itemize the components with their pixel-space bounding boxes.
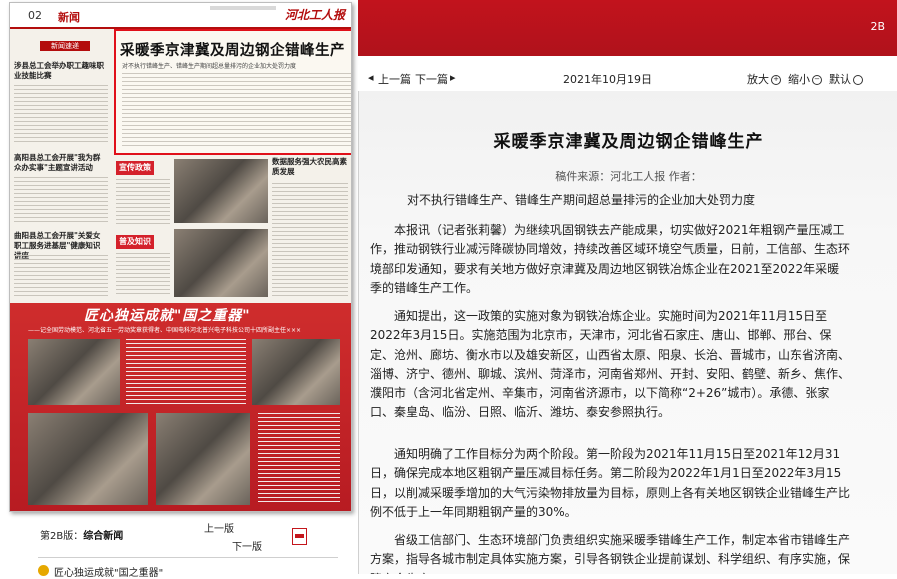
article-list-item[interactable]: 匠心独运成就"国之重器" bbox=[38, 557, 338, 579]
zoom-default-label: 默认 bbox=[829, 73, 851, 86]
article-list-item-title: 匠心独运成就"国之重器" bbox=[54, 568, 164, 579]
prev-article-arrow-icon: ◂ bbox=[368, 71, 374, 84]
paragraph-text-4: 省级工信部门、生态环境部门负责组织实施采暖季错峰生产工作，制定本省市错峰生产方案… bbox=[370, 533, 851, 574]
right-column-text bbox=[272, 183, 348, 299]
knowledge-label: 普及知识 bbox=[116, 235, 154, 249]
right-column-title[interactable]: 数据服务强大农民高素质发展 bbox=[272, 157, 348, 177]
article-lead: 对不执行错峰生产、错峰生产期间超总量排污的企业加大处罚力度 bbox=[407, 193, 756, 207]
zoom-in-button[interactable]: 放大 + bbox=[747, 71, 781, 87]
article-content: 采暖季京津冀及周边钢企错峰生产 稿件来源：河北工人报 作者： 对不执行错峰生产、… bbox=[358, 91, 897, 574]
newsflash-label: 新闻速递 bbox=[40, 41, 90, 51]
feature-text-1 bbox=[126, 339, 246, 405]
paragraph-text-1: 本报讯（记者张莉馨）为继续巩固钢铁去产能成果，切实做好2021年粗钢产量压减工作… bbox=[370, 223, 851, 295]
feature-photo-4[interactable] bbox=[156, 413, 250, 505]
highlighted-article-title: 采暖季京津冀及周边钢企错峰生产 bbox=[120, 42, 345, 59]
next-page-link[interactable]: 下一版 bbox=[232, 538, 262, 553]
knowledge-text bbox=[116, 253, 170, 297]
zoom-default-icon bbox=[853, 75, 863, 85]
feature-banner-subtitle: ——记全国劳动模范、河北省五一劳动奖章获得者、中国电科河北普兴电子科技公司十四所… bbox=[28, 327, 302, 334]
zoom-out-label: 缩小 bbox=[788, 73, 810, 86]
left-text-block-3 bbox=[14, 255, 108, 299]
pdf-download-icon[interactable] bbox=[292, 528, 307, 545]
feature-banner-title: 匠心独运成就"国之重器" bbox=[84, 308, 251, 324]
left-headline-1[interactable]: 涉县总工会举办职工趣味职业技能比赛 bbox=[14, 61, 104, 81]
page-info: 第2B版：综合新闻 bbox=[40, 527, 123, 542]
feature-photo-2[interactable] bbox=[252, 339, 340, 405]
zoom-in-label: 放大 bbox=[747, 73, 769, 86]
list-bullet-icon bbox=[38, 565, 49, 576]
feature-text-2 bbox=[258, 413, 340, 505]
highlighted-article-text bbox=[122, 73, 351, 147]
article-nav-bar: ◂ 上一篇 下一篇 ▸ 2021年10月19日 放大 + 缩小 − 默认 bbox=[358, 65, 897, 91]
next-article-link[interactable]: 下一篇 bbox=[415, 71, 448, 87]
highlighted-article-box[interactable]: 采暖季京津冀及周边钢企错峰生产 对不执行错峰生产、错峰生产期间超总量排污的企业加… bbox=[114, 29, 351, 155]
prev-article-link[interactable]: 上一篇 bbox=[378, 71, 411, 87]
page-name: 综合新闻 bbox=[83, 531, 124, 542]
paragraph-text-2: 通知提出，这一政策的实施对象为钢铁冶炼企业。实施时间为2021年11月15日至2… bbox=[370, 309, 851, 420]
zoom-out-icon: − bbox=[812, 75, 822, 85]
page-code: 2B bbox=[870, 20, 885, 33]
zoom-default-button[interactable]: 默认 bbox=[829, 71, 863, 87]
article-paragraph-4: 省级工信部门、生态环境部门负责组织实施采暖季错峰生产工作，制定本省市错峰生产方案… bbox=[370, 531, 850, 574]
page-label: 第2B版： bbox=[40, 531, 84, 542]
highlighted-article-subtitle: 对不执行错峰生产、错峰生产期间超总量排污的企业加大处罚力度 bbox=[122, 63, 297, 70]
feature-photo-1[interactable] bbox=[28, 339, 120, 405]
publicity-text bbox=[116, 179, 170, 227]
paragraph-text-3: 通知明确了工作目标分为两个阶段。第一阶段为2021年11月15日至2021年12… bbox=[370, 447, 851, 519]
epaper-page-thumbnail[interactable]: 02 新闻 河北工人报 新闻速递 涉县总工会举办职工趣味职业技能比赛 高阳县总工… bbox=[9, 2, 352, 512]
issue-date: 2021年10月19日 bbox=[563, 73, 652, 86]
epaper-date-strip bbox=[210, 6, 276, 10]
article-paragraph-3: 通知明确了工作目标分为两个阶段。第一阶段为2021年11月15日至2021年12… bbox=[370, 445, 850, 522]
publicity-label: 宣传政策 bbox=[116, 161, 154, 175]
epaper-header: 02 新闻 河北工人报 bbox=[10, 3, 351, 29]
zoom-out-button[interactable]: 缩小 − bbox=[788, 71, 822, 87]
feature-photo-grid bbox=[28, 339, 340, 507]
publicity-photo[interactable] bbox=[174, 159, 268, 223]
epaper-masthead: 河北工人报 bbox=[284, 8, 345, 22]
epaper-section: 新闻 bbox=[58, 11, 80, 24]
left-headline-2[interactable]: 高阳县总工会开展"我为群众办实事"主题宣讲活动 bbox=[14, 153, 104, 173]
left-text-block-2 bbox=[14, 177, 108, 225]
epaper-panel: 02 新闻 河北工人报 新闻速递 涉县总工会举办职工趣味职业技能比赛 高阳县总工… bbox=[0, 0, 358, 579]
article-source: 稿件来源：河北工人报 作者： bbox=[555, 170, 702, 183]
prev-page-link[interactable]: 上一版 bbox=[204, 520, 234, 535]
knowledge-photo[interactable] bbox=[174, 229, 268, 297]
next-article-arrow-icon: ▸ bbox=[450, 71, 456, 84]
article-paragraph-1: 本报讯（记者张莉馨）为继续巩固钢铁去产能成果，切实做好2021年粗钢产量压减工作… bbox=[370, 221, 850, 298]
top-banner: 2B bbox=[358, 0, 897, 56]
feature-photo-3[interactable] bbox=[28, 413, 148, 505]
epaper-page-number: 02 bbox=[28, 9, 42, 22]
article-title: 采暖季京津冀及周边钢企错峰生产 bbox=[493, 132, 764, 152]
article-paragraph-2: 通知提出，这一政策的实施对象为钢铁冶炼企业。实施时间为2021年11月15日至2… bbox=[370, 307, 850, 423]
zoom-in-icon: + bbox=[771, 75, 781, 85]
left-text-block-1 bbox=[14, 85, 108, 145]
